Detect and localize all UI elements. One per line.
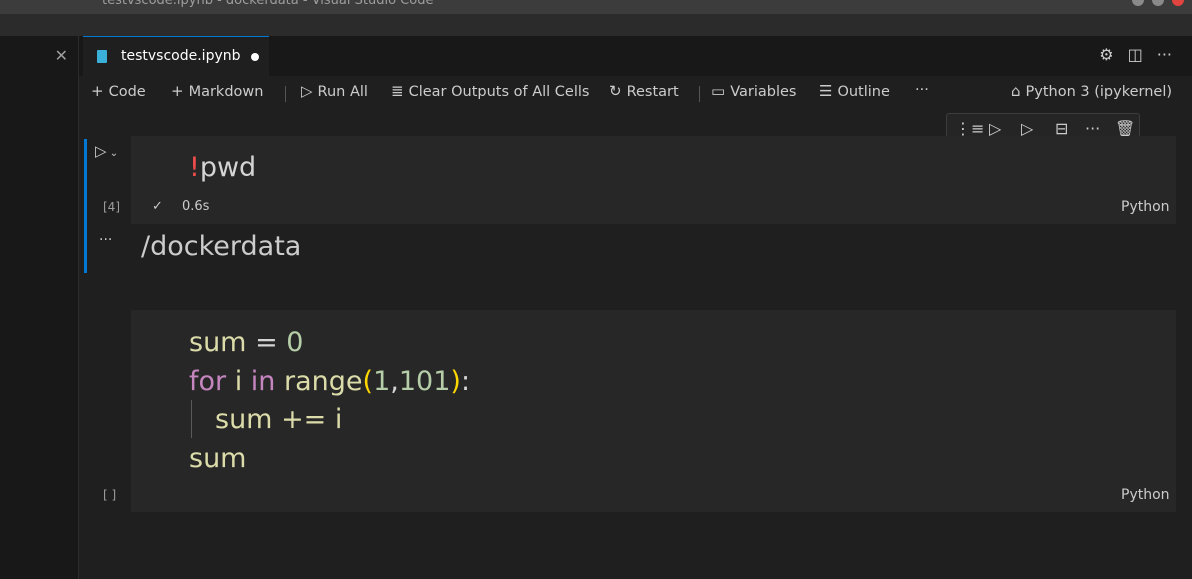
outline-button[interactable]: ☰ Outline bbox=[819, 82, 890, 100]
clear-outputs-button[interactable]: ≣ Clear Outputs of All Cells bbox=[391, 82, 589, 100]
notebook-icon bbox=[97, 50, 107, 63]
clear-outputs-label: Clear Outputs of All Cells bbox=[408, 84, 590, 100]
cell-1-output: /dockerdata bbox=[141, 231, 302, 262]
kernel-label: Python 3 (ipykernel) bbox=[1025, 84, 1173, 100]
restart-button[interactable]: ↻ Restart bbox=[609, 82, 679, 100]
variables-button[interactable]: ▭ Variables bbox=[711, 82, 796, 100]
toolbar-divider bbox=[285, 86, 286, 102]
tab-label: testvscode.ipynb bbox=[121, 48, 241, 64]
add-code-label: Code bbox=[108, 84, 146, 100]
minimize-button[interactable] bbox=[1132, 0, 1144, 6]
variables-icon: ▭ bbox=[711, 82, 726, 100]
token-comma: , bbox=[390, 366, 399, 397]
token-sum: sum bbox=[189, 327, 247, 358]
token-101: 101 bbox=[398, 366, 451, 397]
tab-actions: ⚙ ◫ ··· bbox=[1099, 45, 1172, 64]
execution-count: [4] bbox=[103, 200, 120, 214]
plus-icon: + bbox=[91, 82, 104, 100]
window-titlebar: testvscode.ipynb - dockerdata - Visual S… bbox=[0, 0, 1192, 14]
clear-all-icon: ≣ bbox=[391, 82, 404, 100]
cell-language[interactable]: Python bbox=[1121, 487, 1170, 503]
tab-testvscode[interactable]: testvscode.ipynb bbox=[83, 36, 269, 76]
toolbar-divider bbox=[699, 86, 700, 102]
token-in: in bbox=[250, 366, 276, 397]
token-range: range bbox=[275, 366, 363, 397]
notebook-toolbar: + Code + Markdown ▷ Run All ≣ Clear Outputs … bbox=[79, 76, 1192, 108]
maximize-button[interactable] bbox=[1152, 0, 1164, 6]
run-icon: ▷ bbox=[95, 142, 107, 160]
settings-gear-icon[interactable]: ⚙ bbox=[1099, 45, 1113, 64]
code-line-1: sum = 0 bbox=[189, 327, 303, 358]
token-rparen: ) bbox=[450, 366, 461, 397]
token-colon: : bbox=[460, 366, 471, 397]
chevron-down-icon: ⌄ bbox=[106, 148, 119, 159]
toolbar-more-button[interactable]: ··· bbox=[915, 82, 929, 98]
shell-bang: ! bbox=[189, 152, 200, 183]
token-assign: = bbox=[246, 327, 287, 358]
token-zero: 0 bbox=[286, 327, 304, 358]
output-more-icon[interactable]: ··· bbox=[99, 232, 112, 248]
kernel-icon: ⌂ bbox=[1011, 82, 1021, 100]
close-window-button[interactable] bbox=[1172, 0, 1184, 6]
left-editor-pane: ✕ bbox=[0, 36, 79, 579]
close-icon[interactable]: ✕ bbox=[55, 46, 68, 65]
code-cell-1[interactable]: !pwd bbox=[131, 136, 1176, 224]
token-i: i bbox=[226, 366, 251, 397]
tab-bar: testvscode.ipynb ⚙ ◫ ··· bbox=[79, 36, 1192, 76]
kernel-picker[interactable]: ⌂ Python 3 (ipykernel) bbox=[1011, 82, 1172, 100]
code-cell-2[interactable]: sum = 0 for i in range(1,101): sum += i … bbox=[131, 310, 1176, 512]
outline-icon: ☰ bbox=[819, 82, 833, 100]
execution-count: [ ] bbox=[103, 488, 117, 502]
cell-focus-indicator bbox=[84, 139, 87, 273]
run-cell-button[interactable]: ▷ ⌄ bbox=[95, 142, 118, 160]
cell-1-code[interactable]: !pwd bbox=[189, 152, 256, 183]
run-all-button[interactable]: ▷ Run All bbox=[301, 82, 368, 100]
code-line-4: sum bbox=[189, 443, 247, 474]
run-all-label: Run All bbox=[317, 84, 368, 100]
cell-language[interactable]: Python bbox=[1121, 199, 1170, 215]
notebook-editor: testvscode.ipynb ⚙ ◫ ··· + Code + Markdown… bbox=[79, 36, 1192, 579]
variables-label: Variables bbox=[730, 84, 797, 100]
indent-guide bbox=[191, 400, 192, 438]
more-actions-icon[interactable]: ··· bbox=[1157, 45, 1172, 64]
check-icon: ✓ bbox=[152, 199, 163, 214]
title-strip bbox=[0, 14, 1192, 36]
run-all-icon: ▷ bbox=[301, 82, 313, 100]
add-markdown-label: Markdown bbox=[188, 84, 264, 100]
outline-label: Outline bbox=[837, 84, 890, 100]
code-line-3: sum += i bbox=[215, 404, 343, 435]
execution-duration: 0.6s bbox=[182, 199, 210, 214]
restart-icon: ↻ bbox=[609, 82, 622, 100]
plus-icon: + bbox=[171, 82, 184, 100]
shell-command: pwd bbox=[199, 152, 257, 183]
token-one: 1 bbox=[373, 366, 391, 397]
add-code-cell-button[interactable]: + Code bbox=[91, 82, 146, 100]
window-title: testvscode.ipynb - dockerdata - Visual S… bbox=[102, 0, 434, 8]
code-line-2: for i in range(1,101): bbox=[189, 366, 470, 397]
add-markdown-cell-button[interactable]: + Markdown bbox=[171, 82, 263, 100]
split-editor-icon[interactable]: ◫ bbox=[1128, 45, 1143, 64]
token-for: for bbox=[189, 366, 227, 397]
restart-label: Restart bbox=[626, 84, 679, 100]
window-controls bbox=[1132, 0, 1184, 6]
token-lparen: ( bbox=[362, 366, 374, 397]
unsaved-dot-icon[interactable] bbox=[251, 53, 259, 61]
